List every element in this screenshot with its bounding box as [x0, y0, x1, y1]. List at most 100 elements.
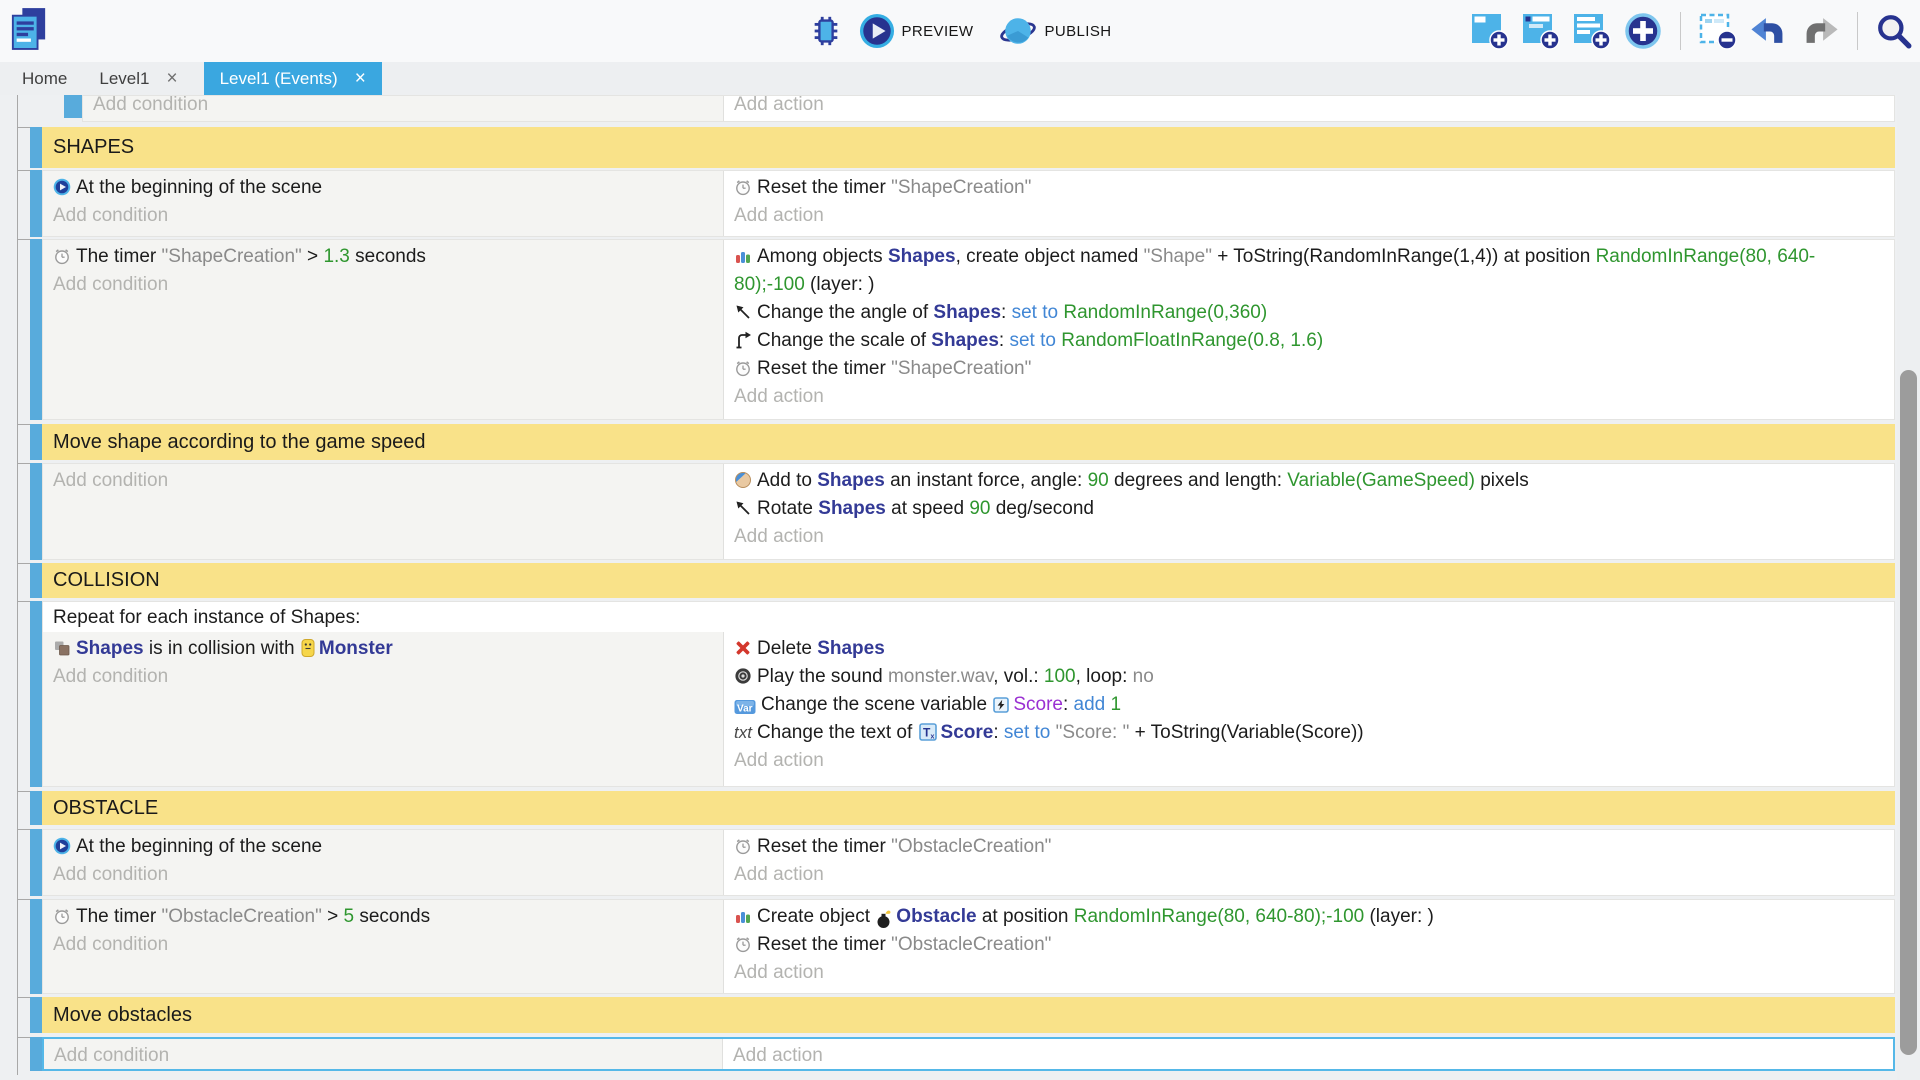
debug-button[interactable] — [809, 14, 843, 48]
condition-timer-shapecreation[interactable]: The timer "ShapeCreation" > 1.3 seconds — [53, 243, 715, 271]
event-drag-bar[interactable] — [30, 463, 42, 560]
add-condition-link[interactable]: Add condition — [53, 202, 715, 230]
add-condition-link[interactable]: Add condition — [53, 663, 715, 691]
create-object-icon — [734, 907, 752, 925]
action-rotate[interactable]: Rotate Shapes at speed 90 deg/second — [734, 495, 1886, 523]
vertical-scrollbar[interactable] — [1897, 95, 1920, 1080]
variable-badge-icon — [993, 697, 1009, 713]
tab-home[interactable]: Home — [6, 62, 83, 95]
condition-at-beginning-of-scene[interactable]: At the beginning of the scene — [53, 833, 715, 861]
add-comment-button[interactable] — [1573, 12, 1611, 50]
add-event-button[interactable] — [1471, 12, 1509, 50]
action-play-sound[interactable]: Play the sound monster.wav, vol.: 100, l… — [734, 663, 1886, 691]
condition-timer-obstaclecreation[interactable]: The timer "ObstacleCreation" > 5 seconds — [53, 903, 715, 931]
delete-selection-button[interactable] — [1699, 12, 1737, 50]
preview-button[interactable]: PREVIEW — [859, 13, 974, 49]
event-drag-bar[interactable] — [30, 829, 42, 896]
undo-button[interactable] — [1750, 16, 1788, 47]
group-drag-bar[interactable] — [30, 791, 42, 825]
group-header-obstacle[interactable]: OBSTACLE — [42, 791, 1895, 825]
event-move-shape[interactable]: Add condition Add to Shapes an instant f… — [30, 463, 1895, 560]
action-create-obstacle[interactable]: Create object Obstacle at position Rando… — [734, 903, 1886, 931]
action-change-scale[interactable]: Change the scale of Shapes: set to Rando… — [734, 327, 1886, 355]
tab-label: Level1 — [99, 69, 149, 89]
add-action-link[interactable]: Add action — [734, 747, 1886, 775]
group-collision[interactable]: COLLISION — [30, 563, 1895, 598]
scrollbar-thumb[interactable] — [1900, 370, 1917, 1055]
action-change-scene-variable[interactable]: Change the scene variable Score: add 1 — [734, 691, 1886, 719]
close-icon[interactable]: × — [166, 69, 177, 88]
add-action-link[interactable]: Add action — [734, 202, 1886, 230]
action-add-force[interactable]: Add to Shapes an instant force, angle: 9… — [734, 467, 1886, 495]
angle-arrow-icon — [734, 303, 752, 321]
event-move-obstacles-empty[interactable]: Add condition Add action — [30, 1037, 1895, 1071]
group-drag-bar[interactable] — [30, 563, 42, 598]
group-move-shape[interactable]: Move shape according to the game speed — [30, 424, 1895, 460]
add-condition-link[interactable]: Add condition — [53, 271, 715, 299]
object-name: Shapes — [818, 498, 886, 519]
action-reset-timer[interactable]: Reset the timer "ShapeCreation" — [734, 355, 1886, 383]
close-icon[interactable]: × — [355, 69, 366, 88]
tab-level1[interactable]: Level1 × — [83, 62, 193, 95]
event-foreach-shapes[interactable]: Repeat for each instance of Shapes: Shap… — [30, 601, 1895, 787]
event-shape-creation-timer[interactable]: The timer "ShapeCreation" > 1.3 seconds … — [30, 239, 1895, 420]
add-new-event-button[interactable] — [1624, 12, 1662, 50]
publish-globe-icon — [999, 13, 1037, 49]
undo-icon — [1750, 16, 1788, 47]
scale-arrow-icon — [734, 331, 752, 349]
add-subevent-icon — [1522, 12, 1560, 50]
group-header-shapes[interactable]: SHAPES — [42, 127, 1895, 168]
object-name: Shapes — [76, 638, 144, 659]
action-change-angle[interactable]: Change the angle of Shapes: set to Rando… — [734, 299, 1886, 327]
variable-name: Score — [1013, 694, 1063, 715]
add-subevent-button[interactable] — [1522, 12, 1560, 50]
group-obstacle[interactable]: OBSTACLE — [30, 791, 1895, 825]
condition-collision[interactable]: Shapes is in collision with Monster — [53, 635, 715, 663]
tab-label: Home — [22, 69, 67, 89]
event-drag-bar[interactable] — [30, 170, 42, 237]
event-drag-bar[interactable] — [30, 601, 42, 787]
event-drag-bar[interactable] — [30, 1037, 42, 1071]
group-drag-bar[interactable] — [30, 127, 42, 168]
event-partial[interactable]: Add condition Add action — [64, 95, 1895, 122]
add-action-link[interactable]: Add action — [734, 959, 1886, 987]
timer-icon — [734, 359, 752, 377]
action-change-text[interactable]: txtChange the text of Score: set to "Sco… — [734, 719, 1886, 747]
group-drag-bar[interactable] — [30, 997, 42, 1033]
group-header-move-shape[interactable]: Move shape according to the game speed — [42, 424, 1895, 460]
event-drag-bar[interactable] — [30, 239, 42, 420]
event-drag-bar[interactable] — [64, 95, 82, 118]
add-condition-link[interactable]: Add condition — [53, 861, 715, 889]
event-obstacle-begin[interactable]: At the beginning of the scene Add condit… — [30, 829, 1895, 896]
redo-button[interactable] — [1801, 16, 1839, 47]
action-reset-timer[interactable]: Reset the timer "ObstacleCreation" — [734, 833, 1886, 861]
group-move-obstacles[interactable]: Move obstacles — [30, 997, 1895, 1033]
action-reset-timer[interactable]: Reset the timer "ObstacleCreation" — [734, 931, 1886, 959]
add-action-link[interactable]: Add action — [734, 861, 1886, 889]
group-header-collision[interactable]: COLLISION — [42, 563, 1895, 598]
group-header-move-obstacles[interactable]: Move obstacles — [42, 997, 1895, 1033]
add-condition-link[interactable]: Add condition — [53, 467, 715, 495]
foreach-header[interactable]: Repeat for each instance of Shapes: — [43, 602, 1894, 632]
event-obstacle-timer[interactable]: The timer "ObstacleCreation" > 5 seconds… — [30, 899, 1895, 994]
add-action-link[interactable]: Add action — [734, 383, 1886, 411]
group-drag-bar[interactable] — [30, 424, 42, 460]
tab-level1-events[interactable]: Level1 (Events) × — [204, 62, 382, 95]
group-shapes[interactable]: SHAPES — [30, 127, 1895, 168]
preview-play-icon — [859, 13, 895, 49]
add-action-link[interactable]: Add action — [733, 1042, 1885, 1070]
action-create-random-shape[interactable]: Among objects Shapes, create object name… — [734, 243, 1886, 299]
action-delete-shapes[interactable]: Delete Shapes — [734, 635, 1886, 663]
add-condition-link[interactable]: Add condition — [53, 931, 715, 959]
publish-button[interactable]: PUBLISH — [999, 13, 1111, 49]
add-condition-link[interactable]: Add condition — [93, 95, 715, 119]
add-action-link[interactable]: Add action — [734, 95, 1886, 119]
event-drag-bar[interactable] — [30, 899, 42, 994]
action-reset-timer[interactable]: Reset the timer "ShapeCreation" — [734, 174, 1886, 202]
condition-at-beginning-of-scene[interactable]: At the beginning of the scene — [53, 174, 715, 202]
add-action-link[interactable]: Add action — [734, 523, 1886, 551]
group-title: Move obstacles — [53, 1004, 192, 1027]
search-button[interactable] — [1876, 13, 1912, 49]
event-shapes-begin[interactable]: At the beginning of the scene Add condit… — [30, 170, 1895, 237]
add-condition-link[interactable]: Add condition — [54, 1042, 714, 1070]
